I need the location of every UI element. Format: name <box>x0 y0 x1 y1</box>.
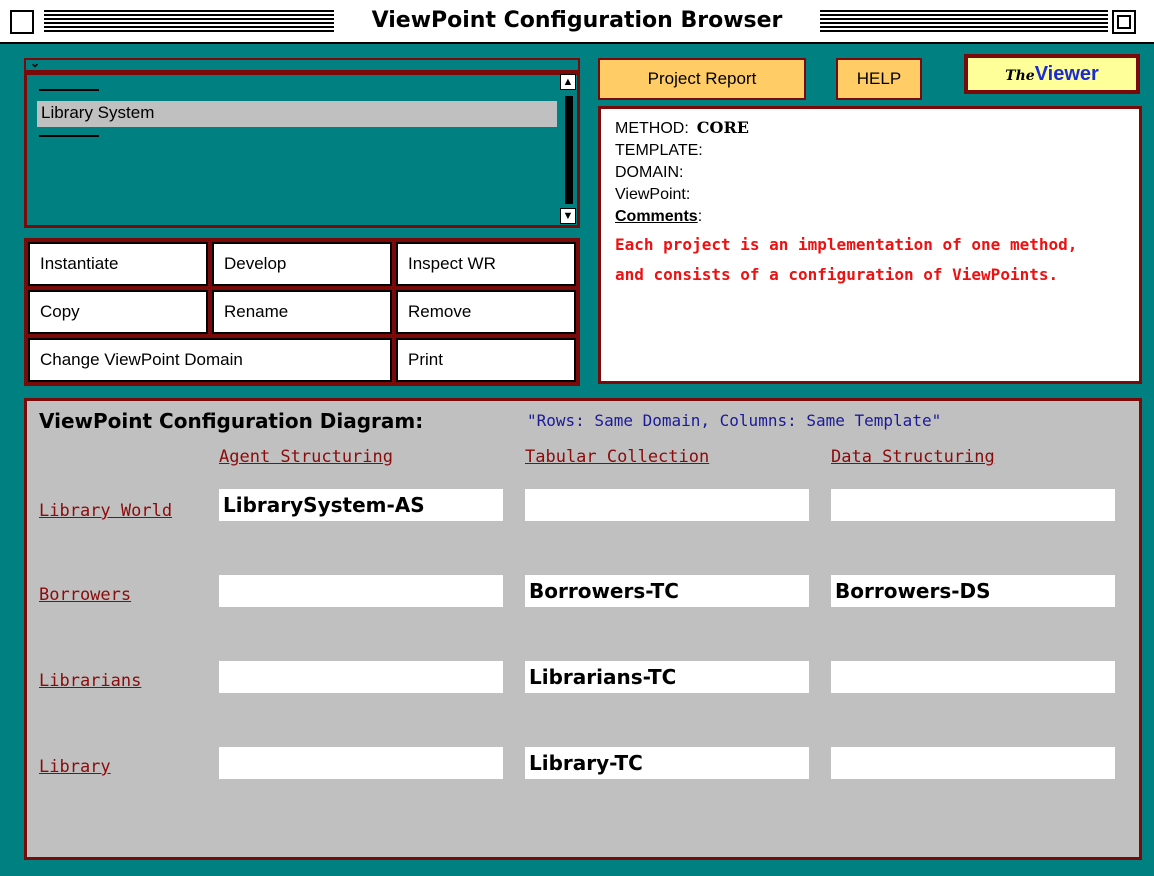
diagram-cell[interactable] <box>831 489 1115 521</box>
title-bar-stripes-left <box>44 10 334 32</box>
close-box-icon[interactable] <box>10 10 34 34</box>
develop-button[interactable]: Develop <box>212 242 392 286</box>
scroll-down-arrow-icon[interactable]: ▼ <box>560 208 576 224</box>
column-header-data-structuring[interactable]: Data Structuring <box>831 447 995 467</box>
column-header-tabular-collection[interactable]: Tabular Collection <box>525 447 709 467</box>
row-header-library-world[interactable]: Library World <box>39 501 172 521</box>
comments-text: Each project is an implementation of one… <box>615 235 1078 284</box>
diagram-title: ViewPoint Configuration Diagram: <box>39 409 424 433</box>
domain-label: DOMAIN: <box>615 164 684 181</box>
diagram-cell[interactable] <box>219 747 503 779</box>
comments-heading: Comments: <box>615 208 703 225</box>
viewpoint-configuration-diagram: ViewPoint Configuration Diagram: "Rows: … <box>24 398 1142 860</box>
logo-word: Viewer <box>1034 63 1099 85</box>
template-label: TEMPLATE: <box>615 142 703 159</box>
diagram-cell[interactable]: LibrarySystem-AS <box>219 489 503 521</box>
diagram-cell[interactable]: Library-TC <box>525 747 809 779</box>
row-header-library[interactable]: Library <box>39 757 111 777</box>
zoom-box-icon[interactable] <box>1112 10 1136 34</box>
scroll-up-arrow-icon[interactable]: ▲ <box>560 74 576 90</box>
copy-button[interactable]: Copy <box>28 290 208 334</box>
chevron-down-icon[interactable]: ⌄ <box>30 56 40 70</box>
window-title: ViewPoint Configuration Browser <box>334 6 820 36</box>
project-list-scrollbar[interactable]: ▲ ▼ <box>560 74 578 226</box>
instantiate-button[interactable]: Instantiate <box>28 242 208 286</box>
method-line: METHOD: CORE <box>615 117 1139 140</box>
viewpoint-label: ViewPoint: <box>615 186 691 203</box>
rename-button[interactable]: Rename <box>212 290 392 334</box>
title-bar-stripes-right <box>820 10 1108 32</box>
diagram-cell[interactable] <box>219 575 503 607</box>
diagram-cell[interactable]: Librarians-TC <box>525 661 809 693</box>
method-value: CORE <box>696 118 749 137</box>
list-item-library-system[interactable]: Library System <box>37 101 557 127</box>
help-button[interactable]: HELP <box>836 58 922 100</box>
method-label: METHOD: <box>615 120 689 137</box>
change-viewpoint-domain-button[interactable]: Change ViewPoint Domain <box>28 338 392 382</box>
inspect-wr-button[interactable]: Inspect WR <box>396 242 576 286</box>
scroll-thumb[interactable] <box>565 96 573 204</box>
diagram-cell[interactable]: Borrowers-TC <box>525 575 809 607</box>
row-header-borrowers[interactable]: Borrowers <box>39 585 131 605</box>
diagram-cell[interactable] <box>831 747 1115 779</box>
diagram-cell[interactable] <box>525 489 809 521</box>
column-header-agent-structuring[interactable]: Agent Structuring <box>219 447 393 467</box>
diagram-cell[interactable] <box>219 661 503 693</box>
project-info-panel: METHOD: CORE TEMPLATE: DOMAIN: ViewPoint:… <box>598 106 1142 384</box>
remove-button[interactable]: Remove <box>396 290 576 334</box>
project-list[interactable]: Library System <box>24 72 580 228</box>
action-buttons-panel: Instantiate Develop Inspect WR Copy Rena… <box>24 238 580 386</box>
list-divider <box>39 135 99 137</box>
the-viewer-logo: TheViewer <box>964 54 1140 94</box>
row-header-librarians[interactable]: Librarians <box>39 671 141 691</box>
comments-label: Comments <box>615 208 698 225</box>
diagram-cell[interactable]: Borrowers-DS <box>831 575 1115 607</box>
print-button[interactable]: Print <box>396 338 576 382</box>
diagram-subtitle: "Rows: Same Domain, Columns: Same Templa… <box>527 411 942 430</box>
logo-prefix: The <box>1005 68 1035 84</box>
project-report-button[interactable]: Project Report <box>598 58 806 100</box>
diagram-cell[interactable] <box>831 661 1115 693</box>
title-bar[interactable]: ViewPoint Configuration Browser <box>0 0 1154 44</box>
project-selector[interactable] <box>24 58 580 72</box>
list-divider <box>39 89 99 91</box>
